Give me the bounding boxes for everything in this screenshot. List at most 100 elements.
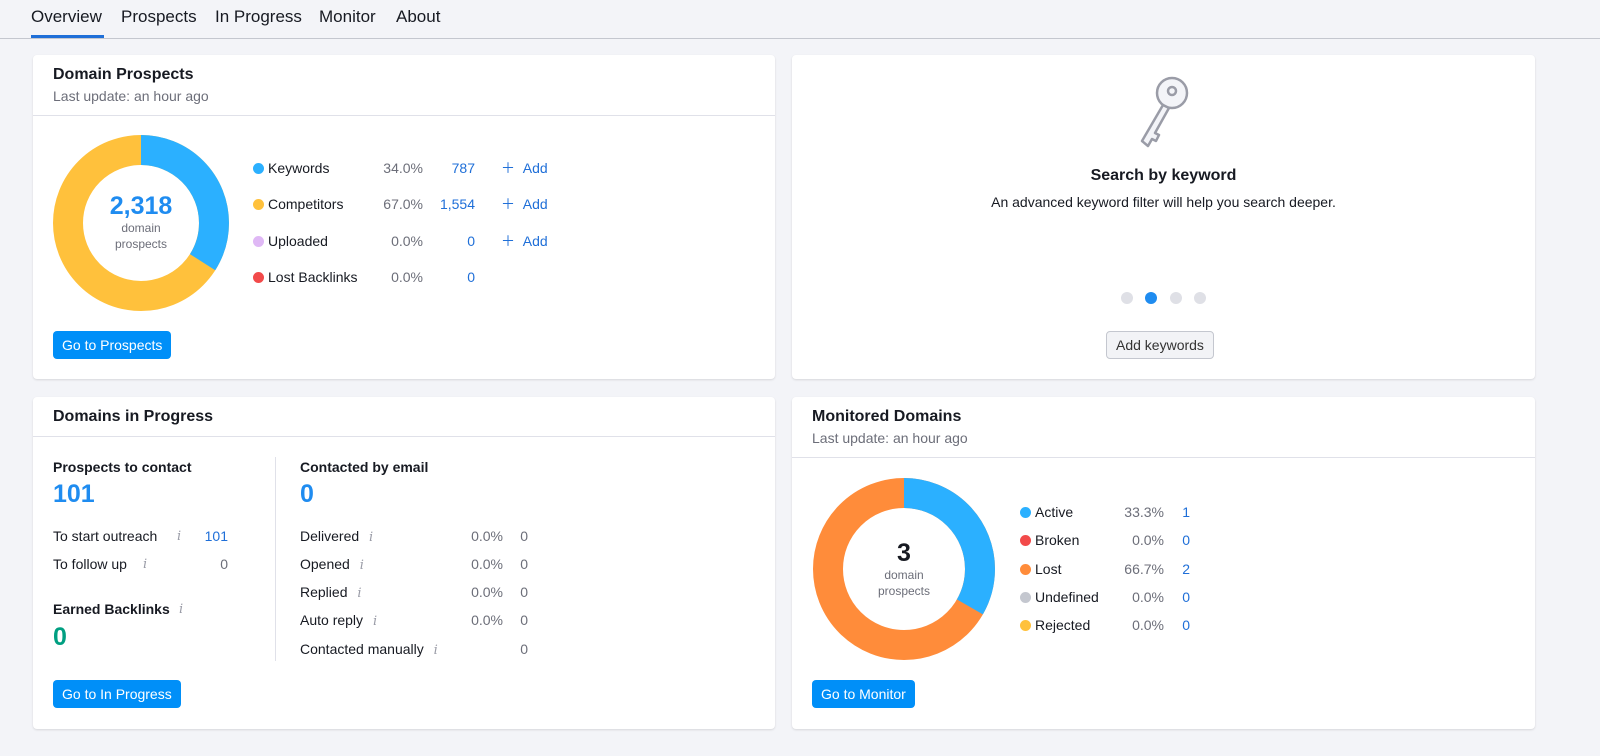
email-row-value: 0 — [520, 612, 528, 628]
email-row-pct: 0.0% — [471, 584, 503, 600]
email-row-label: Opened — [300, 556, 350, 572]
go-to-prospects-button[interactable]: Go to Prospects — [53, 331, 172, 359]
card-title: Domains in Progress — [53, 408, 214, 425]
total-label: domain — [884, 568, 924, 582]
to-start-outreach-label: To start outreach — [53, 528, 158, 544]
key-icon — [1140, 76, 1189, 148]
legend-value-link[interactable]: 2 — [1170, 559, 1190, 579]
legend-value-link[interactable]: 787 — [423, 158, 475, 178]
pager-dot-1[interactable] — [1121, 292, 1133, 304]
to-follow-up-value: 0 — [220, 556, 228, 572]
add-uploaded-link[interactable]: ＋ Add — [501, 231, 548, 251]
legend-row-keywords: Keywords 34.0% 787 ＋ Add — [253, 158, 573, 178]
legend-label: Undefined — [1035, 589, 1099, 605]
top-tabs: Overview Prospects In Progress Monitor A… — [0, 0, 1600, 39]
go-to-monitor-button[interactable]: Go to Monitor — [812, 680, 915, 708]
pager-dot-4[interactable] — [1194, 292, 1206, 304]
monitored-domains-card: Monitored Domains Last update: an hour a… — [792, 397, 1535, 729]
prospects-to-contact-label: Prospects to contact — [53, 459, 192, 475]
legend-pct: 0.0% — [391, 269, 423, 285]
email-row-value: 0 — [520, 528, 528, 544]
add-label: Add — [522, 233, 548, 249]
go-to-in-progress-button[interactable]: Go to In Progress — [53, 680, 181, 708]
legend-value-link[interactable]: 0 — [423, 267, 475, 287]
legend-label: Broken — [1035, 532, 1080, 548]
email-row-pct: 0.0% — [471, 528, 503, 544]
email-row-pct: 0.0% — [471, 556, 503, 572]
email-row-auto-reply: Auto reply i — [300, 612, 377, 629]
prospects-to-contact-value: 101 — [53, 480, 95, 508]
legend-value-link[interactable]: 0 — [1170, 530, 1190, 550]
tab-in-progress[interactable]: In Progress — [215, 6, 302, 38]
donut-center: 3 domain prospects — [812, 539, 996, 599]
vertical-divider — [275, 457, 276, 661]
email-row-label: Replied — [300, 584, 348, 600]
legend-row-lost: Lost 66.7% 2 — [1020, 559, 1200, 579]
legend-label: Lost — [1035, 561, 1062, 577]
legend-value-link[interactable]: 0 — [423, 231, 475, 251]
pager-dot-2[interactable] — [1145, 292, 1157, 304]
info-icon[interactable]: i — [143, 557, 147, 572]
donut-center: 2,318 domain prospects — [53, 192, 229, 252]
card-title: Monitored Domains — [812, 408, 962, 425]
legend-row-undefined: Undefined 0.0% 0 — [1020, 587, 1200, 607]
earned-backlinks-label: Earned Backlinks — [53, 601, 170, 617]
divider — [33, 115, 775, 116]
info-icon[interactable]: i — [369, 530, 373, 545]
email-row-label: Delivered — [300, 528, 360, 544]
legend-row-broken: Broken 0.0% 0 — [1020, 530, 1200, 550]
search-description: An advanced keyword filter will help you… — [991, 194, 1336, 210]
to-follow-up-label: To follow up — [53, 556, 127, 572]
active-dot — [1020, 507, 1031, 518]
total-monitored: 3 — [897, 539, 911, 567]
add-keywords-button[interactable]: Add keywords — [1106, 331, 1214, 359]
divider — [33, 436, 775, 437]
legend-pct: 34.0% — [383, 160, 423, 176]
add-label: Add — [522, 196, 548, 212]
legend-pct: 66.7% — [1124, 561, 1164, 577]
add-keywords-link[interactable]: ＋ Add — [501, 158, 548, 178]
info-icon[interactable]: i — [357, 586, 361, 601]
info-icon[interactable]: i — [373, 614, 377, 629]
domain-prospects-card: Domain Prospects Last update: an hour ag… — [33, 55, 775, 379]
email-row-replied: Replied i — [300, 584, 362, 601]
info-icon[interactable]: i — [434, 643, 438, 658]
lost-dot — [1020, 564, 1031, 575]
last-update: Last update: an hour ago — [812, 430, 968, 446]
to-start-outreach-value[interactable]: 101 — [193, 528, 228, 544]
email-row-label: Auto reply — [300, 612, 364, 628]
legend-row-uploaded: Uploaded 0.0% 0 ＋ Add — [253, 231, 573, 251]
info-icon[interactable]: i — [177, 529, 181, 544]
legend-label: Active — [1035, 504, 1074, 520]
legend-value-link[interactable]: 0 — [1170, 587, 1190, 607]
tab-monitor[interactable]: Monitor — [319, 6, 376, 38]
info-icon[interactable]: i — [179, 602, 183, 617]
tab-prospects[interactable]: Prospects — [121, 6, 197, 38]
info-icon[interactable]: i — [360, 558, 364, 573]
legend-value-link[interactable]: 1 — [1170, 502, 1190, 522]
earned-backlinks-value: 0 — [53, 623, 67, 651]
legend-value-link[interactable]: 0 — [1170, 615, 1190, 635]
legend-pct: 33.3% — [1124, 504, 1164, 520]
card-title: Domain Prospects — [53, 66, 194, 83]
legend-label: Lost Backlinks — [268, 269, 358, 285]
add-competitors-link[interactable]: ＋ Add — [501, 194, 548, 214]
tab-about[interactable]: About — [396, 6, 440, 38]
email-row-value: 0 — [520, 556, 528, 572]
legend-label: Competitors — [268, 196, 344, 212]
legend-label: Uploaded — [268, 233, 328, 249]
competitors-dot — [253, 199, 264, 210]
email-row-pct: 0.0% — [471, 612, 503, 628]
legend-pct: 0.0% — [1132, 617, 1164, 633]
email-row-delivered: Delivered i — [300, 528, 373, 545]
pager-dot-3[interactable] — [1170, 292, 1182, 304]
email-row-opened: Opened i — [300, 556, 364, 573]
search-title: Search by keyword — [1090, 167, 1237, 184]
tab-overview[interactable]: Overview — [31, 6, 104, 38]
legend-pct: 67.0% — [383, 196, 423, 212]
legend-value-link[interactable]: 1,554 — [423, 194, 475, 214]
add-label: Add — [522, 160, 548, 176]
email-row-value: 0 — [520, 584, 528, 600]
legend-row-lost-backlinks: Lost Backlinks 0.0% 0 — [253, 267, 573, 287]
undefined-dot — [1020, 592, 1031, 603]
